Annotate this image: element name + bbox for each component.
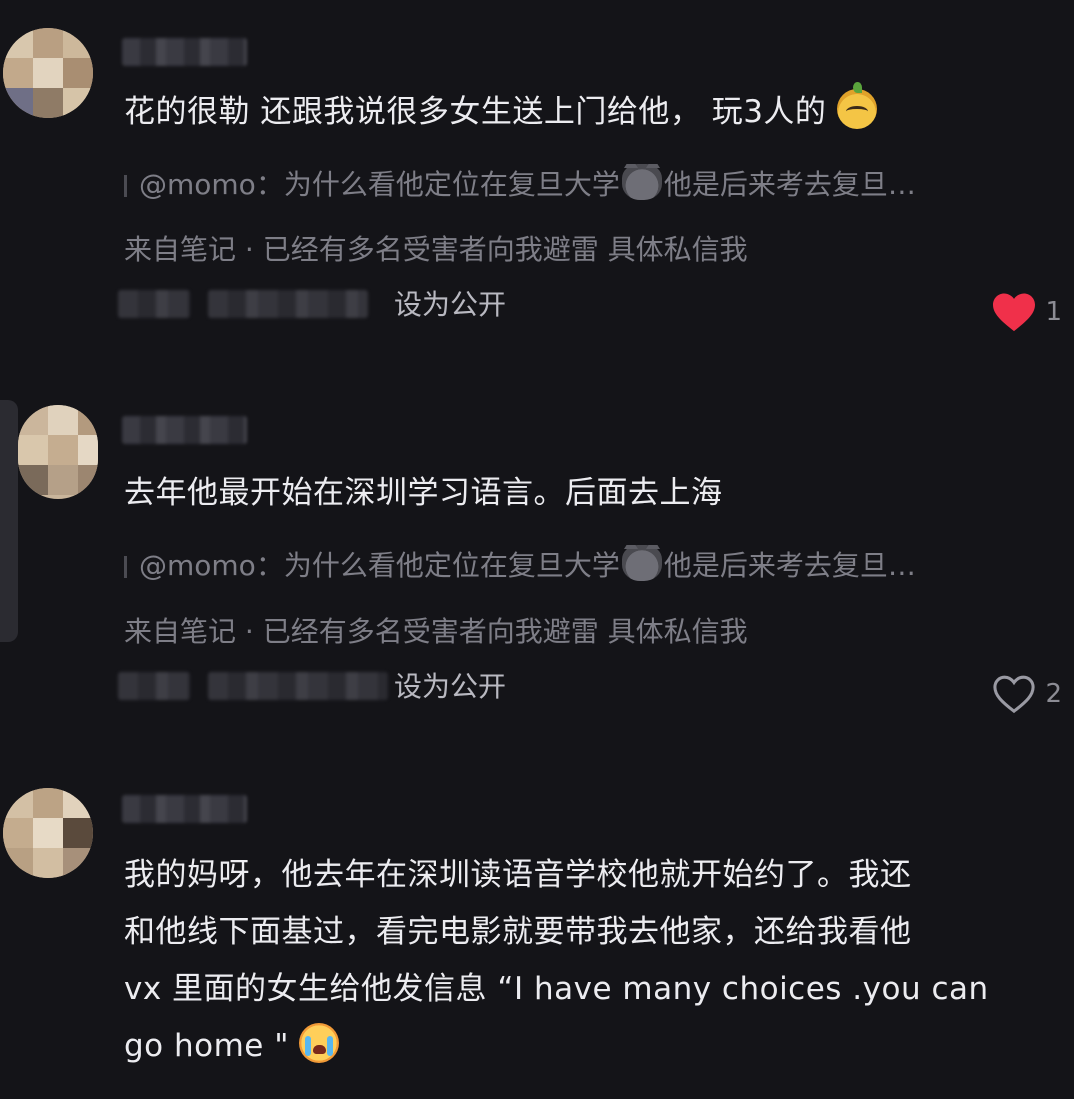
comment-line: vx 里面的女生给他发信息 “I have many choices .you … — [124, 971, 989, 1007]
username[interactable] — [122, 416, 247, 444]
comment-source[interactable]: 来自笔记 · 已经有多名受害者向我避雷 具体私信我 — [124, 612, 748, 652]
like-count: 2 — [1045, 679, 1062, 709]
mango-face-emoji-icon — [836, 82, 877, 129]
cat-face-emoji-icon — [621, 164, 662, 200]
comment-text: 花的很勒 还跟我说很多女生送上门给他， 玩3人的 — [124, 82, 1054, 141]
heart-filled-icon — [993, 293, 1036, 332]
comment-meta: 设为公开 — [118, 286, 918, 326]
comment-list: 花的很勒 还跟我说很多女生送上门给他， 玩3人的 @momo：为什么看他定位在复… — [0, 0, 1074, 1099]
location-redacted — [208, 672, 388, 700]
quote-bar — [124, 175, 127, 197]
timestamp-redacted — [118, 290, 190, 318]
heart-outline-icon — [993, 675, 1036, 714]
side-panel-edge[interactable] — [0, 400, 18, 642]
comment-text: 我的妈呀，他去年在深圳读语音学校他就开始约了。我还 和他线下面基过，看完电影就要… — [124, 847, 1054, 1075]
reply-quote[interactable]: @momo：为什么看他定位在复旦大学 他是后来考去复旦… — [124, 545, 1056, 586]
set-public-button[interactable]: 设为公开 — [394, 286, 506, 324]
avatar[interactable] — [18, 405, 98, 499]
comment-line: 和他线下面基过，看完电影就要带我去他家，还给我看他 — [124, 914, 912, 950]
set-public-button[interactable]: 设为公开 — [394, 668, 506, 706]
comment-line-last: go home " — [124, 1018, 1054, 1075]
like-count: 1 — [1045, 297, 1062, 327]
username[interactable] — [122, 38, 247, 66]
comment-source[interactable]: 来自笔记 · 已经有多名受害者向我避雷 具体私信我 — [124, 230, 748, 270]
reply-quote[interactable]: @momo：为什么看他定位在复旦大学 他是后来考去复旦… — [124, 164, 1056, 205]
location-redacted — [208, 290, 368, 318]
comment-meta: 设为公开 — [118, 668, 918, 708]
comment-text: 去年他最开始在深圳学习语言。后面去上海 — [124, 475, 723, 511]
cat-face-emoji-icon — [621, 545, 662, 581]
like-button[interactable]: 1 — [991, 290, 1062, 334]
crying-face-emoji-icon — [299, 1023, 340, 1063]
avatar[interactable] — [3, 28, 93, 118]
like-button[interactable]: 2 — [991, 672, 1062, 716]
comment-line: 我的妈呀，他去年在深圳读语音学校他就开始约了。我还 — [124, 857, 912, 893]
username[interactable] — [122, 795, 247, 823]
quote-bar — [124, 556, 127, 578]
timestamp-redacted — [118, 672, 190, 700]
avatar[interactable] — [3, 788, 93, 878]
